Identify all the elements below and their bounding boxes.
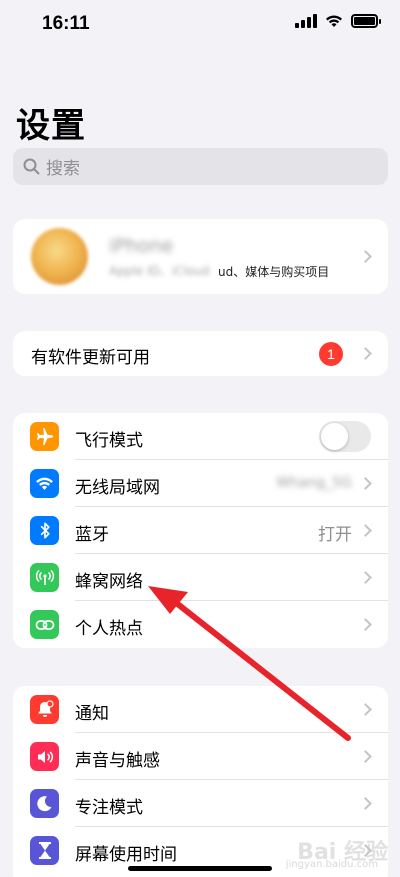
software-update-label: 有软件更新可用 (31, 348, 150, 368)
chevron-right-icon (359, 750, 372, 763)
watermark-url: jingyan.baidu.com (285, 859, 378, 870)
bell-icon (30, 695, 59, 724)
settings-row-personal-hotspot[interactable]: 个人热点 (13, 601, 388, 648)
row-label: 通知 (75, 704, 109, 724)
settings-row-wlan[interactable]: 无线局域网 Whang_5G (13, 460, 388, 507)
row-label: 飞行模式 (75, 431, 143, 451)
network-settings-group: 飞行模式 无线局域网 Whang_5G 蓝牙 打开 蜂窝网络 个人热点 (13, 413, 388, 648)
chevron-right-icon (359, 703, 372, 716)
row-label: 屏幕使用时间 (75, 845, 177, 865)
search-icon (23, 158, 40, 175)
battery-icon (351, 14, 381, 28)
chevron-right-icon (359, 524, 372, 537)
row-label: 个人热点 (75, 619, 143, 639)
moon-icon (30, 789, 59, 818)
speaker-icon (30, 742, 59, 771)
apple-id-profile-card[interactable]: iPhone Apple ID、iCloud ud、媒体与购买项目 (13, 219, 388, 294)
chevron-right-icon (359, 250, 372, 263)
row-label: 无线局域网 (75, 478, 160, 498)
avatar (31, 228, 88, 285)
wifi-icon (30, 469, 59, 498)
hotspot-icon (30, 610, 59, 639)
row-label: 声音与触感 (75, 751, 160, 771)
chevron-right-icon (359, 797, 372, 810)
profile-subtitle: ud、媒体与购买项目 (218, 265, 330, 279)
update-badge: 1 (319, 342, 343, 366)
settings-row-cellular[interactable]: 蜂窝网络 (13, 554, 388, 601)
status-time: 16:11 (42, 13, 90, 34)
search-input[interactable]: 搜索 (13, 148, 388, 185)
chevron-right-icon (359, 571, 372, 584)
bluetooth-status: 打开 (318, 525, 352, 545)
settings-row-notifications[interactable]: 通知 (13, 686, 388, 733)
antenna-icon (30, 563, 59, 592)
settings-row-sounds-haptics[interactable]: 声音与触感 (13, 733, 388, 780)
bluetooth-icon (30, 516, 59, 545)
row-label: 专注模式 (75, 798, 143, 818)
settings-row-airplane-mode[interactable]: 飞行模式 (13, 413, 388, 460)
profile-subtitle-blurred: Apple ID、iCloud (109, 264, 210, 278)
chevron-right-icon (359, 347, 372, 360)
page-title: 设置 (16, 106, 86, 146)
settings-row-bluetooth[interactable]: 蓝牙 打开 (13, 507, 388, 554)
home-indicator[interactable] (128, 866, 272, 871)
airplane-mode-toggle[interactable] (319, 421, 371, 452)
profile-name: iPhone (109, 235, 174, 257)
chevron-right-icon (359, 618, 372, 631)
hourglass-icon (30, 836, 59, 865)
status-bar: 16:11 (0, 0, 400, 50)
cellular-signal-icon (295, 14, 317, 28)
airplane-icon (30, 422, 59, 451)
search-placeholder: 搜索 (46, 159, 80, 179)
software-update-row[interactable]: 有软件更新可用 1 (13, 331, 388, 376)
settings-row-focus[interactable]: 专注模式 (13, 780, 388, 827)
wlan-network-name: Whang_5G (276, 475, 352, 491)
row-label: 蓝牙 (75, 525, 109, 545)
wifi-status-icon (326, 15, 342, 27)
row-label: 蜂窝网络 (75, 572, 143, 592)
chevron-right-icon (359, 477, 372, 490)
status-icons (295, 14, 381, 28)
